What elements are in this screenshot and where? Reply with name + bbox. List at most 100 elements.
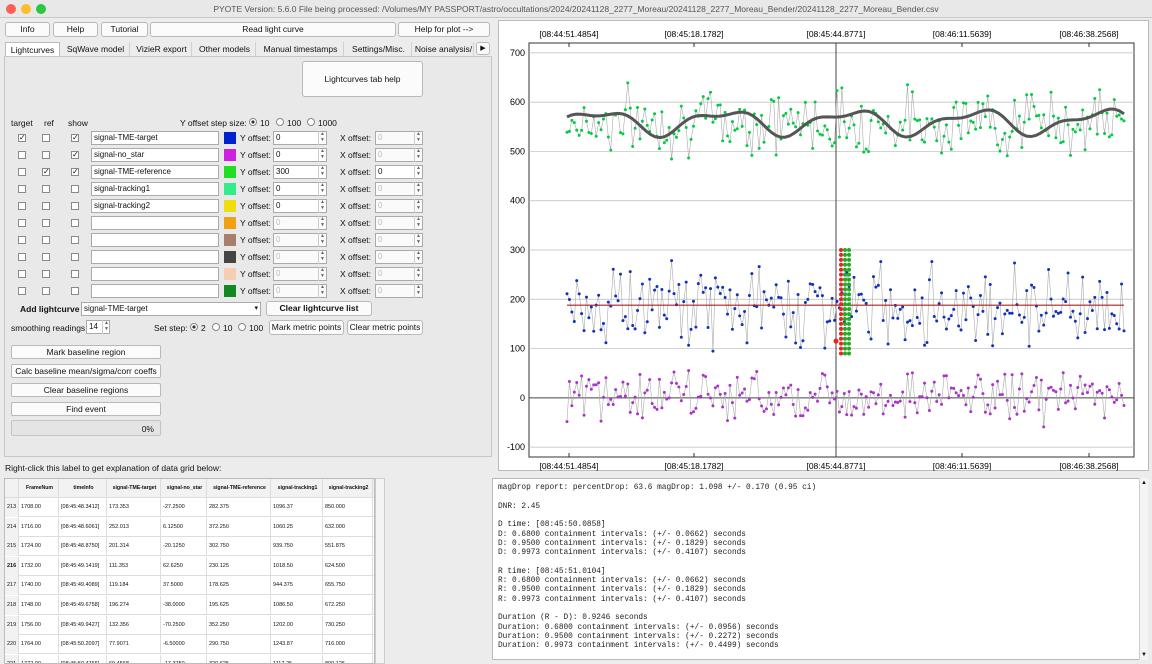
table-cell[interactable]: 37.5000: [161, 576, 207, 596]
mark-metric-points-button[interactable]: Mark metric points: [269, 320, 344, 335]
table-row[interactable]: 215 1724.00 [08:45:48.8750] 201.314 -20.1250…: [5, 537, 374, 557]
x-offset-stepper-icon[interactable]: ▲ ▼: [414, 250, 422, 264]
help-for-plot-button[interactable]: Help for plot -->: [398, 22, 490, 37]
table-cell[interactable]: 632.000: [323, 517, 373, 537]
tab-vizier-export[interactable]: VizieR export: [132, 42, 192, 56]
color-swatch[interactable]: [224, 132, 236, 144]
table-row[interactable]: 216 1732.00 [08:45:49.1419] 111.353 62.6250 2…: [5, 556, 374, 576]
table-cell[interactable]: 132.356: [107, 615, 161, 635]
tab-sqwave-model[interactable]: SqWave model: [62, 42, 130, 56]
x-offset-stepper-icon[interactable]: ▲ ▼: [414, 233, 422, 247]
ref-checkbox[interactable]: [42, 134, 50, 142]
x-offset-stepper-icon[interactable]: ▲ ▼: [414, 131, 422, 145]
clear-baseline-regions-button[interactable]: Clear baseline regions: [11, 383, 161, 397]
x-offset-stepper-icon[interactable]: ▲ ▼: [414, 165, 422, 179]
color-swatch[interactable]: [224, 251, 236, 263]
ref-checkbox[interactable]: [42, 219, 50, 227]
table-cell[interactable]: [08:45:49.6758]: [59, 596, 107, 615]
table-row[interactable]: 217 1740.00 [08:45:49.4089] 119.184 37.5000 1…: [5, 576, 374, 596]
table-cell[interactable]: 1060.25: [271, 517, 323, 537]
show-checkbox[interactable]: [71, 270, 79, 278]
table-cell[interactable]: 624.500: [323, 556, 373, 576]
table-cell[interactable]: 178.625: [207, 576, 271, 596]
report-scrollbar[interactable]: ▲ ▼: [1139, 478, 1148, 660]
ref-checkbox[interactable]: [42, 202, 50, 210]
table-row[interactable]: 214 1716.00 [08:45:48.6061] 252.013 6.12500 3…: [5, 517, 374, 537]
table-cell[interactable]: [08:45:50.4766]: [59, 654, 107, 663]
table-row[interactable]: 218 1748.00 [08:45:49.6758] 196.274 -38.0000…: [5, 596, 374, 615]
table-cell[interactable]: 1764.00: [19, 635, 59, 655]
table-cell[interactable]: 372.250: [207, 517, 271, 537]
lightcurve-name-field[interactable]: [91, 233, 219, 247]
set-step-radio-100[interactable]: [238, 323, 246, 331]
table-cell[interactable]: 62.6250: [161, 556, 207, 576]
table-cell[interactable]: 6.12500: [161, 517, 207, 537]
table-cell[interactable]: 216: [5, 556, 19, 576]
table-cell[interactable]: [08:45:48.3412]: [59, 498, 107, 517]
table-cell[interactable]: 1724.00: [19, 537, 59, 557]
ref-checkbox[interactable]: [42, 287, 50, 295]
table-cell[interactable]: -6.50000: [161, 635, 207, 655]
x-offset-stepper-icon[interactable]: ▲ ▼: [414, 148, 422, 162]
y-offset-stepper-icon[interactable]: ▲ ▼: [318, 233, 326, 247]
x-offset-stepper-icon[interactable]: ▲ ▼: [414, 216, 422, 230]
ref-checkbox[interactable]: [42, 253, 50, 261]
target-checkbox[interactable]: [18, 219, 26, 227]
color-swatch[interactable]: [224, 200, 236, 212]
lightcurve-name-field[interactable]: signal-tracking2: [91, 199, 219, 213]
table-cell[interactable]: 213: [5, 498, 19, 517]
table-cell[interactable]: 230.125: [207, 556, 271, 576]
table-cell[interactable]: 69.4568: [107, 654, 161, 663]
read-light-curve-button[interactable]: Read light curve: [150, 22, 396, 37]
zoom-window-icon[interactable]: [36, 4, 46, 14]
set-step-radio-2[interactable]: [190, 323, 198, 331]
show-checkbox[interactable]: [71, 202, 79, 210]
table-cell[interactable]: 111.353: [107, 556, 161, 576]
table-cell[interactable]: 173.353: [107, 498, 161, 517]
tab-scroll-right-icon[interactable]: ▶: [476, 42, 490, 55]
table-cell[interactable]: 551.875: [323, 537, 373, 557]
color-swatch[interactable]: [224, 149, 236, 161]
y-step-radio-10[interactable]: [249, 118, 257, 126]
clear-lightcurve-list-button[interactable]: Clear lightcurve list: [266, 301, 372, 316]
table-cell[interactable]: 221: [5, 654, 19, 663]
lightcurves-tab-help-button[interactable]: Lightcurves tab help: [302, 61, 423, 97]
color-swatch[interactable]: [224, 217, 236, 229]
x-offset-stepper-icon[interactable]: ▲ ▼: [414, 284, 422, 298]
target-checkbox[interactable]: ✓: [18, 134, 26, 142]
target-checkbox[interactable]: [18, 202, 26, 210]
color-swatch[interactable]: [224, 285, 236, 297]
table-cell[interactable]: 1117.25: [271, 654, 323, 663]
table-cell[interactable]: [08:45:49.1419]: [59, 556, 107, 576]
table-cell[interactable]: -27.2500: [161, 498, 207, 517]
table-cell[interactable]: 672.250: [323, 596, 373, 615]
table-cell[interactable]: 218: [5, 596, 19, 615]
table-cell[interactable]: 1243.87: [271, 635, 323, 655]
minimize-window-icon[interactable]: [21, 4, 31, 14]
target-checkbox[interactable]: [18, 270, 26, 278]
table-cell[interactable]: 282.375: [207, 498, 271, 517]
table-cell[interactable]: [08:45:48.6061]: [59, 517, 107, 537]
table-cell[interactable]: 1740.00: [19, 576, 59, 596]
scroll-up-icon[interactable]: ▲: [1141, 480, 1147, 486]
table-row[interactable]: 219 1756.00 [08:45:49.9427] 132.356 -70.2500…: [5, 615, 374, 635]
tab-noise-analysis[interactable]: Noise analysis/: [414, 42, 474, 56]
y-offset-stepper-icon[interactable]: ▲ ▼: [318, 165, 326, 179]
tutorial-button[interactable]: Tutorial: [101, 22, 148, 37]
y-offset-stepper-icon[interactable]: ▲ ▼: [318, 199, 326, 213]
color-swatch[interactable]: [224, 183, 236, 195]
show-checkbox[interactable]: ✓: [71, 151, 79, 159]
table-cell[interactable]: 119.184: [107, 576, 161, 596]
table-cell[interactable]: 1096.37: [271, 498, 323, 517]
add-lightcurve-select[interactable]: signal-TME-target ▾: [81, 302, 261, 316]
y-offset-stepper-icon[interactable]: ▲ ▼: [318, 148, 326, 162]
lightcurve-name-field[interactable]: signal-no_star: [91, 148, 219, 162]
x-offset-stepper-icon[interactable]: ▲ ▼: [414, 199, 422, 213]
table-cell[interactable]: 195.625: [207, 596, 271, 615]
x-offset-stepper-icon[interactable]: ▲ ▼: [414, 267, 422, 281]
ref-checkbox[interactable]: ✓: [42, 168, 50, 176]
y-offset-stepper-icon[interactable]: ▲ ▼: [318, 182, 326, 196]
table-cell[interactable]: 320.625: [207, 654, 271, 663]
show-checkbox[interactable]: ✓: [71, 134, 79, 142]
table-cell[interactable]: 1716.00: [19, 517, 59, 537]
